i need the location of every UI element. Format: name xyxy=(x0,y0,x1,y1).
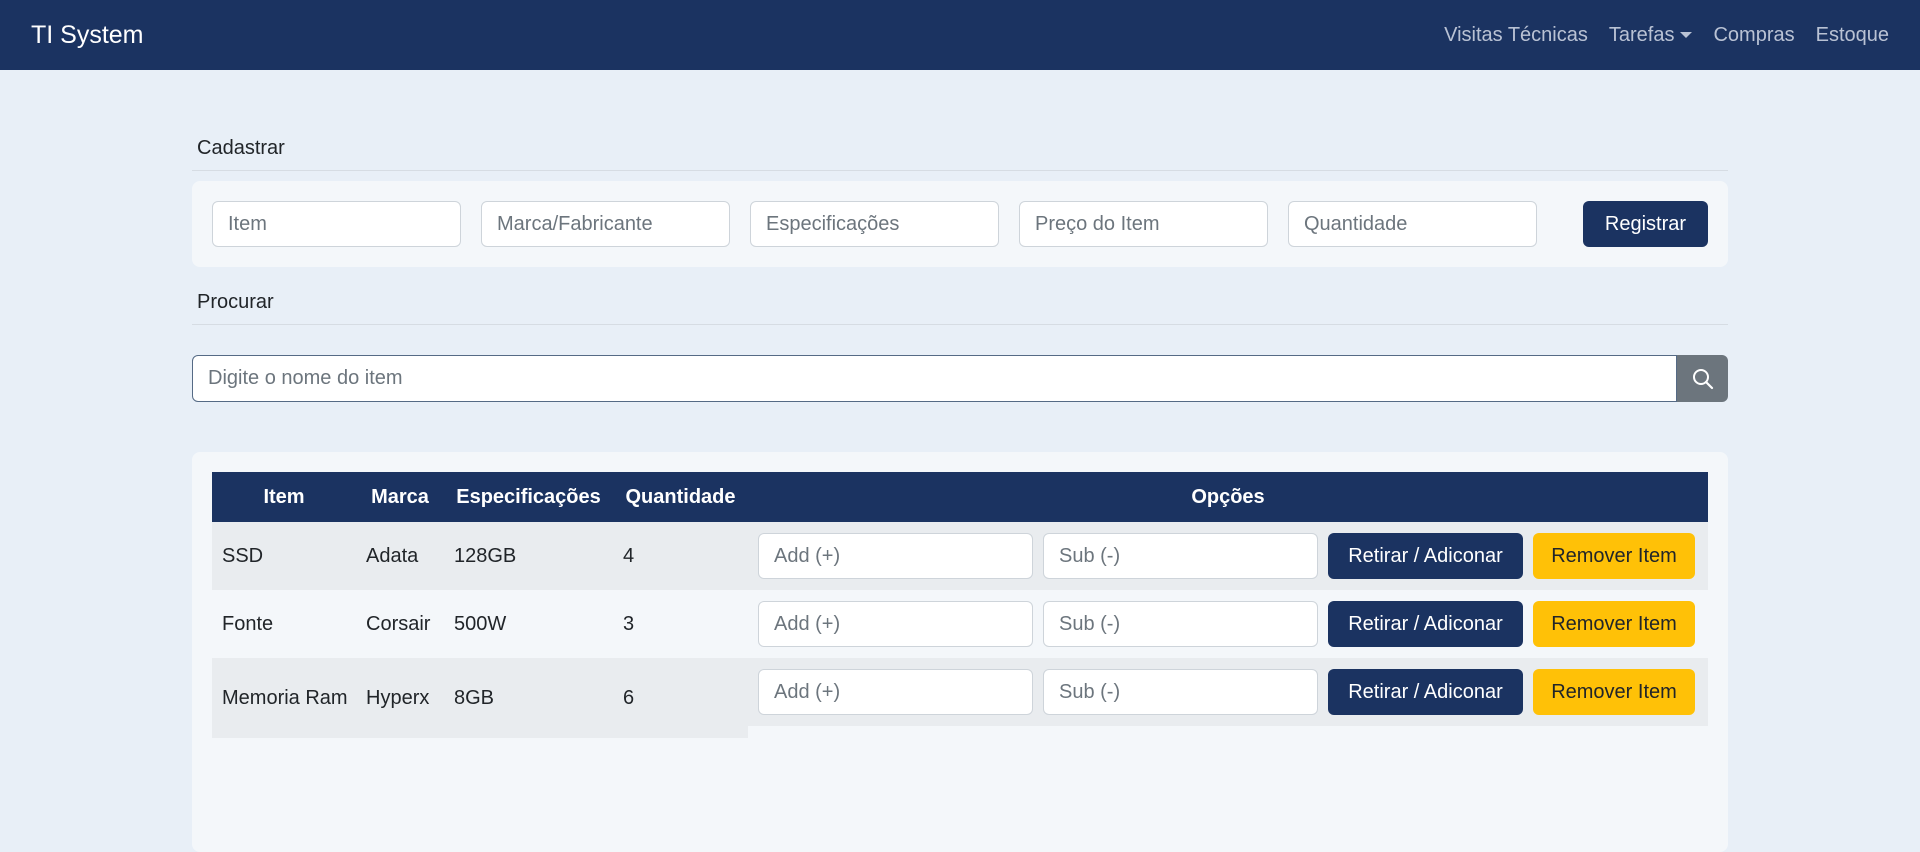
header-marca: Marca xyxy=(371,485,429,508)
sub-input[interactable]: Sub (-) xyxy=(1043,533,1318,579)
nav-link-tarefas-label: Tarefas xyxy=(1608,23,1675,46)
table-row: Fonte Corsair 500W 3 Add (+) Sub (-) Ret… xyxy=(212,590,1708,658)
remover-item-button[interactable]: Remover Item xyxy=(1533,601,1695,647)
nav-link-estoque[interactable]: Estoque xyxy=(1816,24,1889,47)
nav-link-visitas[interactable]: Visitas Técnicas xyxy=(1444,24,1588,47)
sub-input[interactable]: Sub (-) xyxy=(1043,601,1318,647)
row-data-cells: Memoria Ram Hyperx 8GB 6 xyxy=(212,658,748,738)
cell-especificacoes: 8GB xyxy=(454,686,495,709)
add-input[interactable]: Add (+) xyxy=(758,533,1033,579)
nav-link-compras[interactable]: Compras xyxy=(1713,24,1794,47)
add-input[interactable]: Add (+) xyxy=(758,601,1033,647)
table-row: Memoria Ram Hyperx 8GB 6 Add (+) Sub (-)… xyxy=(212,658,1708,738)
remover-item-button[interactable]: Remover Item xyxy=(1533,669,1695,715)
cell-item: Fonte xyxy=(222,612,274,635)
row-options: Add (+) Sub (-) Retirar / Adiconar Remov… xyxy=(748,658,1708,726)
search-title: Procurar xyxy=(192,291,1728,325)
retirar-adicionar-button[interactable]: Retirar / Adiconar xyxy=(1328,601,1523,647)
table-header: Item Marca Especificações Quantidade Opç… xyxy=(212,472,1708,522)
header-quantidade: Quantidade xyxy=(625,485,736,508)
retirar-adicionar-button[interactable]: Retirar / Adiconar xyxy=(1328,669,1523,715)
cell-marca: Hyperx xyxy=(366,686,430,709)
nav-link-tarefas[interactable]: Tarefas xyxy=(1609,24,1693,47)
sub-input[interactable]: Sub (-) xyxy=(1043,669,1318,715)
search-bar: Digite o nome do item xyxy=(192,355,1728,402)
register-button[interactable]: Registrar xyxy=(1583,201,1708,247)
cell-marca: Adata xyxy=(366,544,419,567)
register-title: Cadastrar xyxy=(192,137,1728,171)
row-data-cells: SSD Adata 128GB 4 xyxy=(212,522,748,590)
caret-down-icon xyxy=(1680,32,1693,38)
add-input[interactable]: Add (+) xyxy=(758,669,1033,715)
navbar: TI System Visitas Técnicas Tarefas Compr… xyxy=(0,0,1920,70)
search-input[interactable]: Digite o nome do item xyxy=(192,355,1677,402)
cell-quantidade: 4 xyxy=(623,544,635,567)
main-container: Cadastrar Item Marca/Fabricante Especifi… xyxy=(192,137,1728,852)
brand-title[interactable]: TI System xyxy=(31,21,144,50)
cell-quantidade: 3 xyxy=(623,612,635,635)
marca-input[interactable]: Marca/Fabricante xyxy=(481,201,730,247)
search-button[interactable] xyxy=(1677,355,1728,402)
search-icon xyxy=(1692,368,1713,389)
header-item: Item xyxy=(263,485,305,508)
cell-item: Memoria Ram xyxy=(222,687,348,709)
cell-especificacoes: 128GB xyxy=(454,544,517,567)
table-row: SSD Adata 128GB 4 Add (+) Sub (-) Retira… xyxy=(212,522,1708,590)
retirar-adicionar-button[interactable]: Retirar / Adiconar xyxy=(1328,533,1523,579)
header-opcoes: Opções xyxy=(1191,485,1265,508)
especificacoes-input[interactable]: Especificações xyxy=(750,201,999,247)
cell-quantidade: 6 xyxy=(623,686,635,709)
header-especificacoes: Especificações xyxy=(456,485,601,508)
item-input[interactable]: Item xyxy=(212,201,461,247)
remover-item-button[interactable]: Remover Item xyxy=(1533,533,1695,579)
stock-table-card: Item Marca Especificações Quantidade Opç… xyxy=(192,452,1728,852)
quantidade-input[interactable]: Quantidade xyxy=(1288,201,1537,247)
preco-input[interactable]: Preço do Item xyxy=(1019,201,1268,247)
cell-item: SSD xyxy=(222,544,264,567)
row-data-cells: Fonte Corsair 500W 3 xyxy=(212,590,748,658)
cell-marca: Corsair xyxy=(366,612,431,635)
row-options: Add (+) Sub (-) Retirar / Adiconar Remov… xyxy=(748,522,1708,590)
row-options: Add (+) Sub (-) Retirar / Adiconar Remov… xyxy=(748,590,1708,658)
cell-especificacoes: 500W xyxy=(454,612,507,635)
nav-links: Visitas Técnicas Tarefas Compras Estoque xyxy=(1444,24,1889,47)
register-form: Item Marca/Fabricante Especificações Pre… xyxy=(192,181,1728,267)
